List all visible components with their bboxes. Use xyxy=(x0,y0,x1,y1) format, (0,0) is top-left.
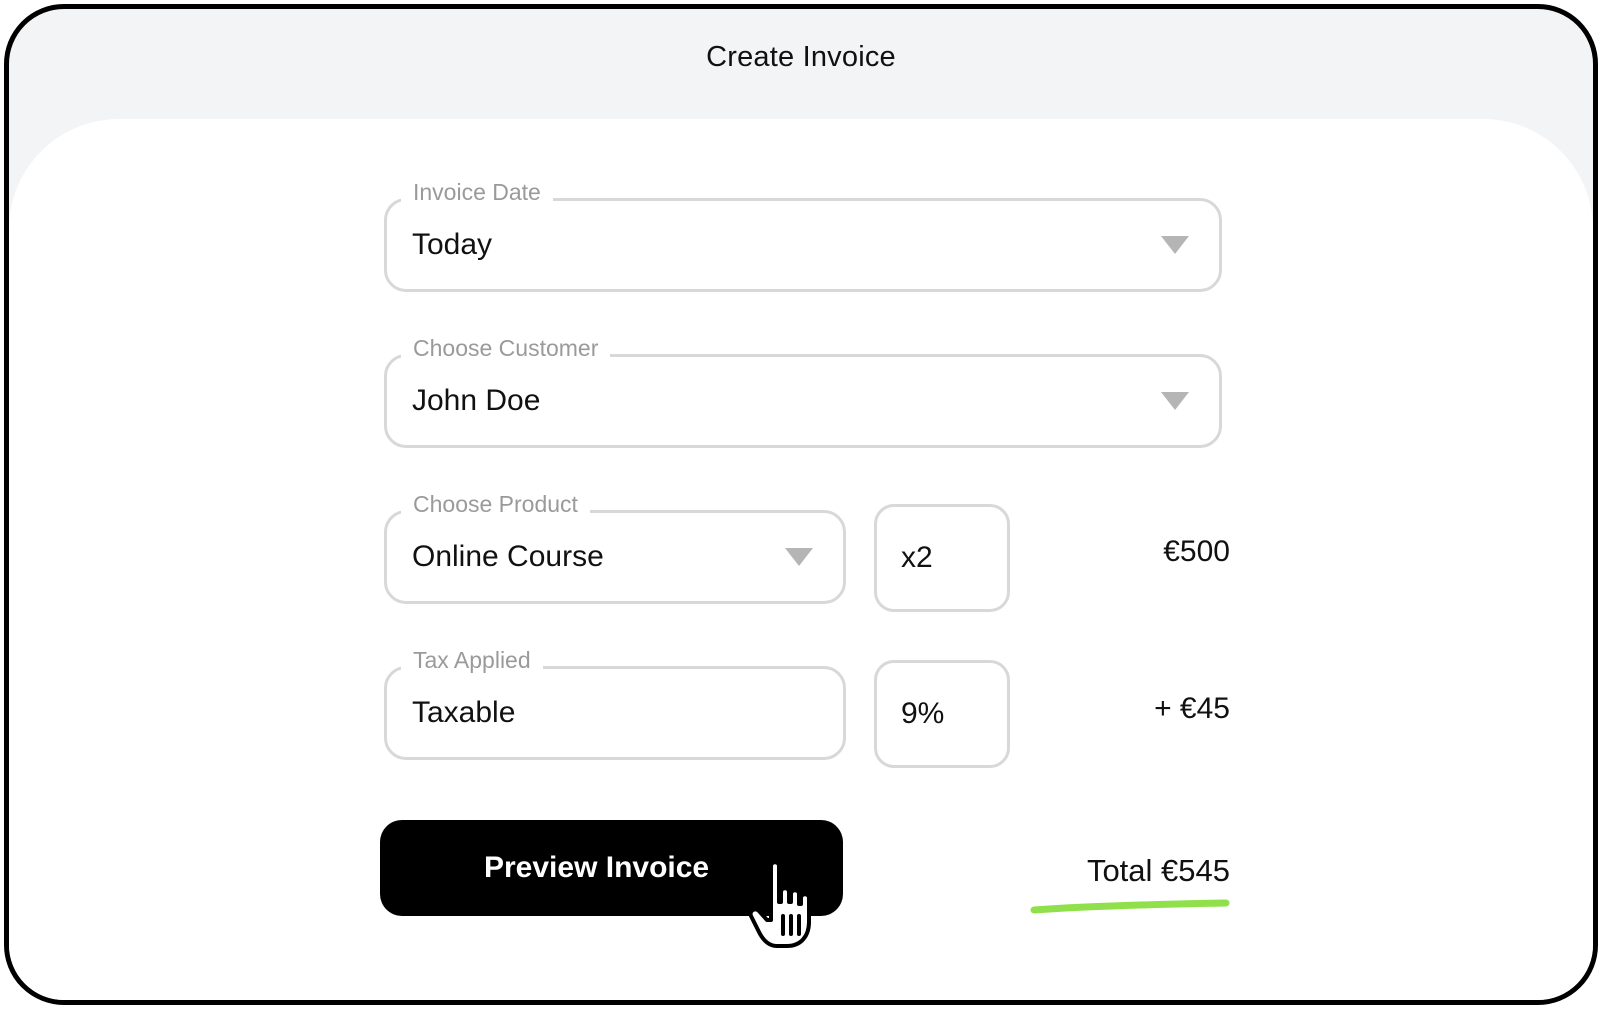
quantity-input[interactable]: x2 xyxy=(874,504,1010,612)
chevron-down-icon xyxy=(785,548,813,566)
chevron-down-icon xyxy=(1161,236,1189,254)
product-label: Choose Product xyxy=(401,491,590,518)
preview-invoice-label: Preview Invoice xyxy=(484,851,710,884)
customer-select[interactable]: Choose Customer John Doe xyxy=(384,335,1222,448)
product-value: Online Course xyxy=(412,540,604,573)
invoice-date-label: Invoice Date xyxy=(401,179,553,206)
invoice-date-select[interactable]: Invoice Date Today xyxy=(384,179,1222,292)
tax-rate-input[interactable]: 9% xyxy=(874,660,1010,768)
tax-amount: + €45 xyxy=(1154,692,1230,725)
product-select[interactable]: Choose Product Online Course xyxy=(384,491,846,604)
quantity-value: x2 xyxy=(901,541,933,574)
customer-label: Choose Customer xyxy=(401,335,611,362)
chevron-down-icon xyxy=(1161,392,1189,410)
page-title: Create Invoice xyxy=(706,41,896,73)
tax-rate-value: 9% xyxy=(901,697,945,730)
customer-value: John Doe xyxy=(412,384,541,417)
invoice-date-value: Today xyxy=(412,228,493,261)
pointer-hand-icon xyxy=(749,860,811,948)
product-amount: €500 xyxy=(1163,535,1230,568)
tax-value: Taxable xyxy=(412,696,516,729)
invoice-total: Total €545 xyxy=(1086,853,1230,888)
tax-label: Tax Applied xyxy=(401,647,543,674)
tax-select[interactable]: Tax Applied Taxable xyxy=(384,647,846,760)
total-underline xyxy=(1030,899,1230,914)
